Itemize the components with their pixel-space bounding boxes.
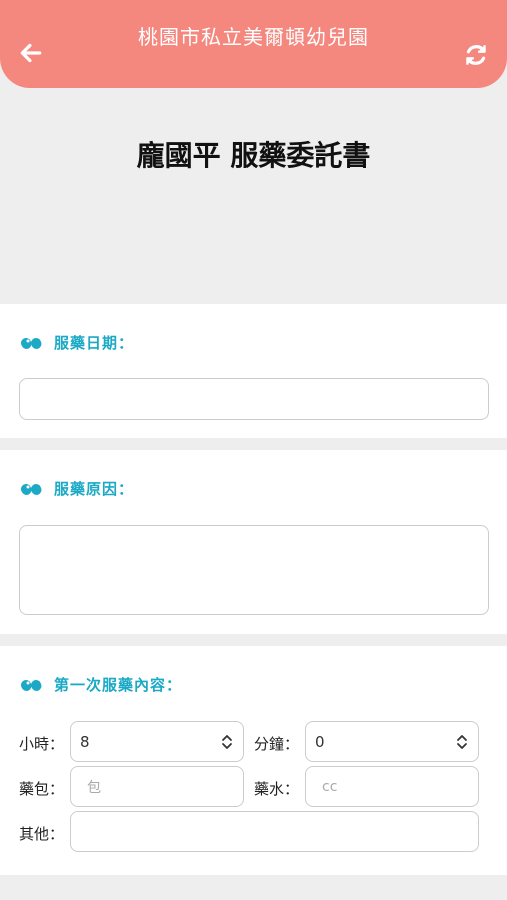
minute-value: 0 bbox=[315, 732, 325, 751]
medication-date-section: 服藥日期： bbox=[0, 304, 507, 438]
liquid-input[interactable]: cc bbox=[305, 766, 479, 807]
section-header: 第一次服藥內容： bbox=[20, 674, 182, 695]
app-header: 桃園市私立美爾頓幼兒園 bbox=[0, 0, 507, 88]
liquid-label: 藥水： bbox=[254, 780, 300, 798]
section-label: 服藥原因： bbox=[54, 480, 135, 498]
minute-label: 分鐘： bbox=[254, 735, 300, 753]
chevron-updown-icon bbox=[222, 735, 232, 749]
hour-select[interactable]: 8 bbox=[70, 721, 244, 762]
packet-input[interactable]: 包 bbox=[70, 766, 244, 807]
hour-label: 小時： bbox=[19, 735, 65, 753]
medication-reason-textarea[interactable] bbox=[19, 525, 489, 615]
first-dose-section: 第一次服藥內容： 小時： 8 分鐘： 0 藥包： 包 藥水： cc 其他： bbox=[0, 646, 507, 875]
section-header: 服藥原因： bbox=[20, 478, 134, 499]
packet-label: 藥包： bbox=[19, 780, 65, 798]
minute-select[interactable]: 0 bbox=[305, 721, 479, 762]
page-title: 龐國平 服藥委託書 bbox=[136, 139, 371, 172]
chevron-updown-icon bbox=[457, 735, 467, 749]
pills-icon bbox=[21, 337, 42, 349]
pills-icon bbox=[21, 483, 42, 495]
section-header: 服藥日期： bbox=[20, 332, 134, 353]
hour-value: 8 bbox=[80, 732, 90, 751]
section-label: 第一次服藥內容： bbox=[54, 676, 183, 694]
refresh-icon[interactable] bbox=[463, 42, 489, 68]
arrow-left-icon[interactable] bbox=[18, 40, 44, 66]
app-title: 桃園市私立美爾頓幼兒園 bbox=[138, 24, 369, 49]
medication-date-input[interactable] bbox=[19, 378, 489, 420]
other-label: 其他： bbox=[19, 825, 65, 843]
section-label: 服藥日期： bbox=[54, 334, 135, 352]
other-input[interactable] bbox=[70, 811, 479, 852]
medication-reason-section: 服藥原因： bbox=[0, 450, 507, 634]
pills-icon bbox=[21, 679, 42, 691]
